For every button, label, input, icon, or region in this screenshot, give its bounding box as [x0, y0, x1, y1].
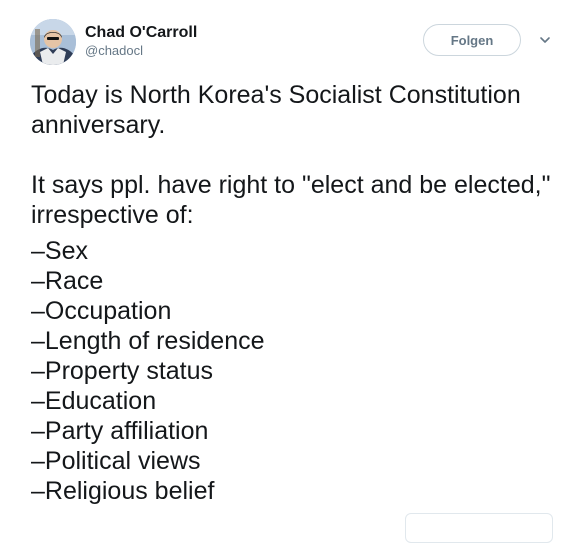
list-item: –Race	[31, 267, 104, 295]
follow-button-label: Folgen	[450, 32, 494, 48]
avatar-image	[30, 19, 76, 65]
tweet-header: Chad O'Carroll @chadocl Folgen	[30, 19, 560, 67]
list-item: –Religious belief	[31, 477, 215, 505]
list-item: –Political views	[31, 447, 201, 475]
avatar[interactable]	[30, 19, 76, 65]
tweet-text: Today is North Korea's Socialist Constit…	[31, 80, 556, 506]
tweet-card: Chad O'Carroll @chadocl Folgen Today is …	[0, 0, 580, 543]
embedded-card-edge	[405, 513, 553, 543]
tweet-line-2: It says ppl. have right to "elect and be…	[31, 171, 551, 229]
user-info[interactable]: Chad O'Carroll @chadocl	[85, 23, 305, 59]
chevron-down-icon[interactable]	[538, 33, 552, 47]
list-item: –Sex	[31, 237, 88, 265]
list-item: –Occupation	[31, 297, 172, 325]
user-name[interactable]: Chad O'Carroll	[85, 23, 305, 42]
list-item: –Property status	[31, 357, 214, 385]
criteria-list: –Sex –Race –Occupation –Length of reside…	[31, 236, 556, 506]
follow-button[interactable]: Folgen	[423, 24, 521, 56]
list-item: –Education	[31, 387, 157, 415]
list-item: –Party affiliation	[31, 417, 209, 445]
tweet-line-1: Today is North Korea's Socialist Constit…	[31, 81, 521, 139]
user-handle[interactable]: @chadocl	[85, 42, 305, 59]
list-item: –Length of residence	[31, 327, 265, 355]
